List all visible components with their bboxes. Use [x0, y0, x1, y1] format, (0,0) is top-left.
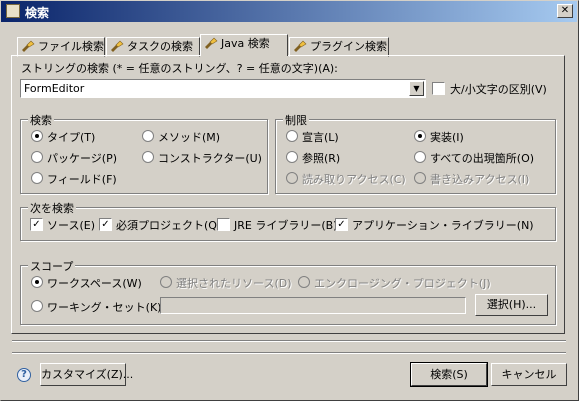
- tab-label: タスクの検索: [127, 40, 193, 53]
- radio-enclosing-projects-label: エンクロージング・プロジェクト(J): [314, 277, 491, 290]
- sources-checkbox[interactable]: ✓: [30, 218, 43, 231]
- tab-java-search[interactable]: Java 検索: [200, 34, 288, 56]
- radio-type-label: タイプ(T): [47, 131, 96, 144]
- application-libraries-label: アプリケーション・ライブラリー(N): [352, 219, 534, 232]
- required-projects-checkbox[interactable]: ✓: [99, 218, 112, 231]
- window-title: 検索: [25, 6, 50, 20]
- flashlight-icon: [111, 40, 124, 52]
- close-button[interactable]: ✕: [557, 4, 573, 18]
- radio-enclosing-projects: [298, 276, 310, 288]
- help-icon[interactable]: ?: [17, 368, 31, 382]
- title-bar: 検索 ✕: [1, 1, 577, 22]
- jre-libraries-label: JRE ライブラリー(B): [234, 219, 338, 232]
- separator-bottom: [12, 352, 566, 354]
- radio-declarations-label: 宣言(L): [302, 131, 339, 144]
- radio-references[interactable]: [286, 151, 298, 163]
- radio-read-access: [286, 172, 298, 184]
- tab-label: プラグイン検索: [310, 40, 387, 53]
- tab-task-search[interactable]: タスクの検索: [106, 37, 200, 57]
- customize-button[interactable]: カスタマイズ(Z)...: [40, 363, 133, 386]
- radio-method-label: メソッド(M): [158, 131, 221, 144]
- radio-implementors[interactable]: [414, 130, 426, 142]
- radio-all-occurrences[interactable]: [414, 151, 426, 163]
- cancel-button[interactable]: キャンセル: [491, 363, 567, 386]
- radio-workspace[interactable]: [31, 276, 43, 288]
- tab-file-search[interactable]: ファイル検索: [17, 37, 105, 57]
- radio-constructor[interactable]: [142, 151, 154, 163]
- radio-read-access-label: 読み取りアクセス(C): [302, 173, 406, 186]
- tab-label: ファイル検索: [38, 40, 104, 53]
- limit-to-title: 制限: [283, 112, 309, 128]
- required-projects-label: 必須プロジェクト(Q): [116, 219, 222, 232]
- radio-write-access: [414, 172, 426, 184]
- search-button[interactable]: 検索(S): [410, 362, 488, 387]
- scope-title: スコープ: [28, 258, 76, 274]
- radio-selected-resources-label: 選択されたリソース(D): [176, 277, 292, 290]
- search-in-title: 次を検索: [28, 200, 76, 216]
- search-string-combo[interactable]: FormEditor ▼: [20, 79, 426, 98]
- working-set-field: [160, 297, 466, 314]
- radio-field[interactable]: [31, 172, 43, 184]
- radio-implementors-label: 実装(I): [430, 131, 464, 144]
- radio-working-set-label: ワーキング・セット(K):: [47, 301, 166, 314]
- radio-constructor-label: コンストラクター(U): [158, 152, 262, 165]
- radio-workspace-label: ワークスペース(W): [47, 277, 142, 290]
- radio-type[interactable]: [31, 130, 43, 142]
- tab-label: Java 検索: [221, 37, 270, 50]
- sources-label: ソース(E): [47, 219, 95, 232]
- flashlight-icon: [205, 37, 218, 49]
- case-sensitive-checkbox[interactable]: [432, 82, 445, 95]
- jre-libraries-checkbox[interactable]: [217, 218, 230, 231]
- case-sensitive-label: 大/小文字の区別(V): [450, 83, 547, 96]
- separator-top: [12, 340, 566, 342]
- search-window-icon: [6, 4, 20, 18]
- radio-references-label: 参照(R): [302, 152, 341, 165]
- radio-field-label: フィールド(F): [47, 173, 117, 186]
- search-for-title: 検索: [28, 112, 54, 128]
- flashlight-icon: [22, 40, 35, 52]
- radio-package-label: パッケージ(P): [47, 152, 117, 165]
- chevron-down-icon[interactable]: ▼: [409, 81, 424, 96]
- radio-working-set[interactable]: [31, 300, 43, 312]
- application-libraries-checkbox[interactable]: ✓: [335, 218, 348, 231]
- radio-package[interactable]: [31, 151, 43, 163]
- flashlight-icon: [294, 40, 307, 52]
- radio-declarations[interactable]: [286, 130, 298, 142]
- radio-all-occurrences-label: すべての出現箇所(O): [430, 152, 535, 165]
- radio-method[interactable]: [142, 130, 154, 142]
- choose-working-set-button[interactable]: 選択(H)...: [475, 294, 548, 316]
- radio-selected-resources: [160, 276, 172, 288]
- search-string-value: FormEditor: [24, 82, 85, 95]
- search-string-label: ストリングの検索 (* = 任意のストリング、? = 任意の文字)(A):: [21, 62, 338, 75]
- radio-write-access-label: 書き込みアクセス(I): [430, 173, 530, 186]
- tab-plugin-search[interactable]: プラグイン検索: [289, 37, 389, 57]
